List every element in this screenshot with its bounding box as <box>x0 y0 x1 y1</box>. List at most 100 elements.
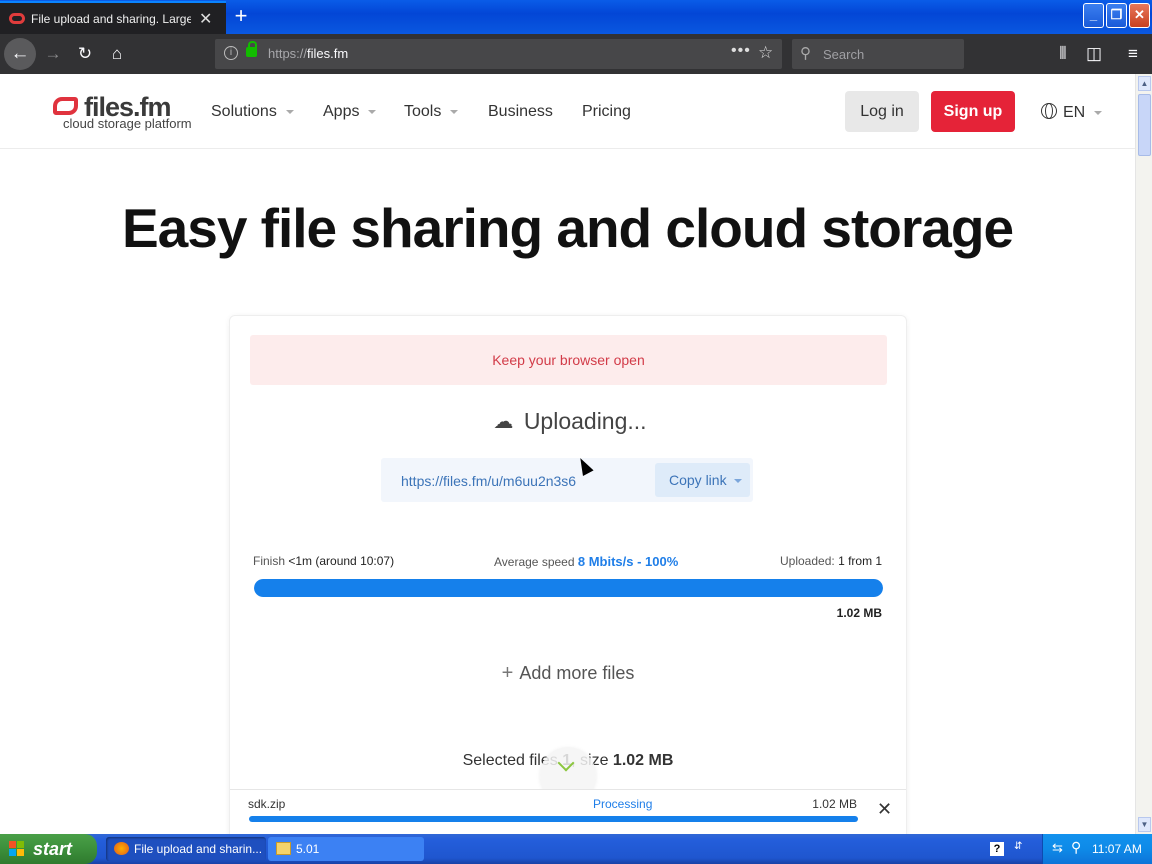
file-name: sdk.zip <box>248 797 286 811</box>
site-header: files.fm cloud storage platform Solution… <box>0 74 1135 149</box>
language-bar-icon[interactable]: ⇵ <box>1014 841 1022 852</box>
finish-label: Finish <box>253 554 286 568</box>
chevron-down-icon <box>285 109 294 114</box>
file-progress-bar <box>249 816 858 822</box>
windows-taskbar: start File upload and sharin... 5.01 ? ⇵… <box>0 834 1152 864</box>
search-tray-icon[interactable]: ⚲ <box>1071 839 1081 856</box>
browser-tab[interactable]: File upload and sharing. Large file ✕ <box>0 1 226 34</box>
upload-progress-bar <box>254 579 883 597</box>
search-placeholder: Search <box>823 47 865 62</box>
cloud-upload-icon: ☁ <box>493 411 514 433</box>
file-state: Processing <box>593 797 653 811</box>
menu-pricing-label: Pricing <box>582 103 631 120</box>
menu-solutions[interactable]: Solutions <box>211 103 294 121</box>
taskbar-item-label: File upload and sharin... <box>134 842 263 856</box>
average-speed: Average speed 8 Mbits/s - 100% <box>494 554 678 569</box>
upload-progress-fill <box>254 579 883 597</box>
add-more-label: Add more files <box>519 663 635 683</box>
library-icon[interactable]: ⫴ <box>1051 42 1075 66</box>
taskbar-item-firefox[interactable]: File upload and sharin... <box>106 837 266 861</box>
file-size: 1.02 MB <box>812 797 857 811</box>
keep-browser-open-alert: Keep your browser open <box>250 335 887 385</box>
finish-value: <1m (around 10:07) <box>288 554 395 568</box>
secure-lock-icon <box>246 41 257 57</box>
chevron-down-icon <box>368 109 377 114</box>
upload-status: ☁ Uploading... <box>230 408 906 435</box>
web-page: files.fm cloud storage platform Solution… <box>0 74 1135 834</box>
network-icon[interactable]: ⇆ <box>1052 840 1063 856</box>
uploaded-count: Uploaded: 1 from 1 <box>780 554 882 568</box>
upload-status-text: Uploading... <box>523 408 647 434</box>
chevron-down-icon <box>1094 110 1103 115</box>
search-input[interactable]: ⚲ Search <box>792 39 964 69</box>
share-link-box: https://files.fm/u/m6uu2n3s6 Copy link <box>381 458 753 502</box>
site-info-icon[interactable]: i <box>224 46 238 60</box>
chevron-down-icon <box>557 754 575 772</box>
start-label: start <box>33 839 73 859</box>
speed-label: Average speed <box>494 555 575 569</box>
firefox-icon <box>114 842 129 855</box>
speed-value: 8 Mbits/s - 100% <box>577 554 679 569</box>
address-bar[interactable]: i https://files.fm ••• ☆ <box>215 39 782 69</box>
minimize-button[interactable]: _ <box>1083 3 1104 28</box>
menu-pricing[interactable]: Pricing <box>582 103 631 121</box>
back-arrow-icon[interactable]: ← <box>4 38 36 70</box>
page-actions-icon[interactable]: ••• <box>731 42 751 60</box>
system-tray: ⇆ ⚲ 11:07 AM <box>1042 834 1152 864</box>
reload-icon[interactable]: ↻ <box>73 42 97 66</box>
new-tab-button[interactable]: + <box>230 4 252 28</box>
menu-apps-label: Apps <box>323 103 360 120</box>
menu-business-label: Business <box>488 103 553 120</box>
signup-button[interactable]: Sign up <box>931 91 1015 132</box>
uploaded-label: Uploaded: <box>780 554 835 568</box>
menu-solutions-label: Solutions <box>211 103 277 120</box>
file-row: sdk.zip Processing 1.02 MB ✕ <box>230 789 906 834</box>
chevron-down-icon <box>450 109 459 114</box>
logo-cloud-icon <box>53 97 78 115</box>
menu-hamburger-icon[interactable]: ≡ <box>1121 42 1145 66</box>
sidebar-icon[interactable]: ◫ <box>1082 42 1106 66</box>
scroll-up-arrow-icon[interactable]: ▲ <box>1138 76 1151 91</box>
start-button[interactable]: start <box>0 834 97 864</box>
url-host: files.fm <box>307 46 349 61</box>
menu-tools[interactable]: Tools <box>404 103 459 121</box>
help-icon[interactable]: ? <box>990 842 1004 856</box>
url-text[interactable]: https://files.fm <box>268 46 348 61</box>
menu-business[interactable]: Business <box>488 103 553 121</box>
plus-icon: + <box>501 662 514 684</box>
close-window-button[interactable]: ✕ <box>1129 3 1150 28</box>
url-protocol: https:// <box>268 46 308 61</box>
menu-apps[interactable]: Apps <box>323 103 377 121</box>
folder-icon <box>276 842 291 855</box>
share-link[interactable]: https://files.fm/u/m6uu2n3s6 <box>401 473 576 489</box>
taskbar-item-folder[interactable]: 5.01 <box>268 837 424 861</box>
globe-icon <box>1041 103 1057 119</box>
files-fm-favicon-icon <box>9 13 25 24</box>
uploaded-value: 1 from 1 <box>838 554 883 568</box>
home-icon[interactable]: ⌂ <box>105 42 129 66</box>
restore-button[interactable]: ❐ <box>1106 3 1127 28</box>
language-label: EN <box>1063 104 1086 121</box>
scrollbar-thumb[interactable] <box>1138 94 1151 156</box>
total-size: 1.02 MB <box>836 606 882 620</box>
windows-logo-icon <box>9 841 26 857</box>
vertical-scrollbar[interactable]: ▲ ▼ <box>1135 74 1152 834</box>
remove-file-icon[interactable]: ✕ <box>877 799 892 820</box>
bookmark-star-icon[interactable]: ☆ <box>758 43 773 63</box>
scroll-down-arrow-icon[interactable]: ▼ <box>1138 817 1151 832</box>
hero-title: Easy file sharing and cloud storage <box>121 197 1014 259</box>
search-icon: ⚲ <box>800 45 811 62</box>
login-button[interactable]: Log in <box>845 91 919 132</box>
add-more-files-button[interactable]: + Add more files <box>230 662 906 685</box>
forward-arrow-icon[interactable]: → <box>41 42 65 66</box>
language-selector[interactable]: EN <box>1041 103 1103 122</box>
browser-toolbar: ← → ↻ ⌂ i https://files.fm ••• ☆ ⚲ Searc… <box>0 34 1152 74</box>
selected-size: 1.02 MB <box>612 752 674 769</box>
finish-estimate: Finish <1m (around 10:07) <box>253 554 394 568</box>
taskbar-item-label: 5.01 <box>296 842 320 856</box>
copy-link-button[interactable]: Copy link <box>655 463 750 497</box>
logo-tagline: cloud storage platform <box>63 116 192 131</box>
copy-link-label: Copy link <box>669 472 727 488</box>
tab-close-icon[interactable]: ✕ <box>199 9 212 29</box>
tab-title: File upload and sharing. Large file <box>31 12 191 26</box>
